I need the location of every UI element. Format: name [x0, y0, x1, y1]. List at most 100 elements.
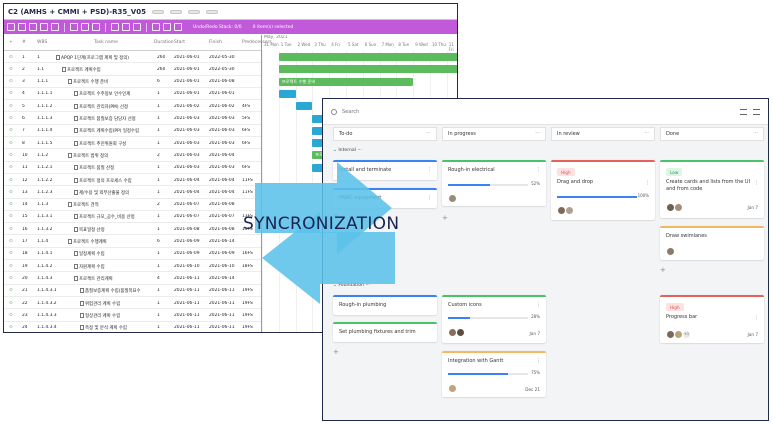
- row-finish: 2021-06-04: [209, 189, 235, 195]
- table-row[interactable]: ⊙ 20 1.1.4.3 프로젝트 관리계획 4 2021-06-11 2021-06-14: [4, 272, 261, 285]
- outdent-icon[interactable]: [40, 23, 48, 31]
- column-done[interactable]: Done ···: [660, 127, 764, 141]
- card-drag-drop[interactable]: High Drag and drop ⋮ 100%: [551, 160, 655, 220]
- card-install-terminate[interactable]: Install and terminate ⋮: [333, 160, 437, 180]
- table-row[interactable]: ⊙ 24 1.1.4.3.4 측정 및 분석 계획 수립 1 2021-06-11 2021…: [4, 322, 261, 332]
- col-finish[interactable]: Finish: [209, 40, 222, 45]
- refresh-icon[interactable]: [133, 23, 141, 31]
- table-row[interactable]: ⊙ 14 1.1.3 프로젝트 견적 2 2021-06-07 2021-06-08: [4, 199, 261, 211]
- card-progress-bar[interactable]: High Progress bar ⋮ +1 Jan 7: [660, 295, 764, 343]
- card-menu-icon[interactable]: ⋮: [536, 302, 541, 308]
- card-rough-electrical[interactable]: Rough-in electrical ⋮ 52%: [442, 160, 546, 206]
- table-row[interactable]: ⊙ 23 1.1.4.3.3 형상관리 계획 수립 1 2021-06-11 2021-06…: [4, 309, 261, 322]
- card-integration-gantt[interactable]: Integration with Gantt ⋮ 75% Dec 21: [442, 351, 546, 397]
- table-row[interactable]: ⊙ 18 1.1.4.1 일정계획 수립 1 2021-06-09 2021-06-09 16…: [4, 248, 261, 261]
- delete-task-icon[interactable]: [81, 23, 89, 31]
- add-column-icon[interactable]: +: [9, 40, 13, 45]
- card-draw-swimlanes[interactable]: Draw swimlanes: [660, 226, 764, 260]
- add-card-button[interactable]: +: [660, 266, 666, 274]
- add-column-icon[interactable]: [753, 108, 760, 115]
- table-row[interactable]: ⊙ 22 1.1.4.3.2 위험관리 계획 수립 1 2021-06-11 2021-06…: [4, 297, 261, 310]
- table-row[interactable]: ⊙ 7 1.1.1.4 프로젝트 계획수립(PP) 일정수립 1 2021-06-03 20…: [4, 125, 261, 138]
- undo-icon[interactable]: [111, 23, 119, 31]
- card-menu-icon[interactable]: ⋮: [536, 167, 541, 173]
- card-menu-icon[interactable]: ⋮: [754, 315, 759, 321]
- table-row[interactable]: ⊙ 21 1.1.4.3.1 품질보증계획 수립(품질목표수 1 2021-06-11 20…: [4, 285, 261, 297]
- table-row[interactable]: ⊙ 19 1.1.4.2 자원계획 수립 1 2021-06-10 2021-06-10 18…: [4, 260, 261, 273]
- card-set-plumbing[interactable]: Set plumbing fixtures and trim: [333, 322, 437, 342]
- table-row[interactable]: ⊙ 13 1.1.2.3 제/수용 및 외부산출물 정의 1 2021-06-04 2021…: [4, 186, 261, 199]
- card-menu-icon[interactable]: ⋮: [427, 195, 432, 201]
- col-wbs[interactable]: WBS: [37, 40, 47, 45]
- table-row[interactable]: ⊙ 1 1 APQP 1단계(프로그램 계획 및 정의) 260 2021-06-01 20…: [4, 51, 261, 64]
- row-finish: 2022-05-30: [209, 54, 235, 60]
- column-menu-icon[interactable]: ···: [535, 130, 540, 136]
- table-row[interactable]: ⊙ 16 1.1.3.2 목표일정 산정 1 2021-06-08 2021-06-08 15…: [4, 223, 261, 236]
- row-number: 8: [22, 140, 25, 146]
- card-menu-icon[interactable]: ⋮: [427, 167, 432, 173]
- settings-icon[interactable]: [174, 23, 182, 31]
- filter-icon[interactable]: [92, 23, 100, 31]
- table-row[interactable]: ⊙ 17 1.1.4 프로젝트 수행계획 6 2021-06-09 2021-06-14: [4, 236, 261, 248]
- column-menu-icon[interactable]: ···: [426, 130, 431, 136]
- summary-bar[interactable]: [278, 65, 457, 74]
- table-row[interactable]: ⊙ 2 1.1 프로젝트 계획수립 260 2021-06-01 2022-05-30: [4, 63, 261, 76]
- gantt-tab[interactable]: [187, 9, 200, 14]
- table-row[interactable]: ⊙ 5 1.1.1.2 프로젝트 관리자(PM) 선정 1 2021-06-02 2021-…: [4, 100, 261, 113]
- column-menu-icon[interactable]: ···: [644, 130, 649, 136]
- table-row[interactable]: ⊙ 3 1.1.1 프로젝트 수행 준비 6 2021-06-01 2021-06-08: [4, 76, 261, 88]
- lane-menu-icon[interactable]: ···: [365, 283, 369, 288]
- table-row[interactable]: ⊙ 4 1.1.1.1 프로젝트 수주정보 인수인계 1 2021-06-01 2021-0…: [4, 88, 261, 101]
- indent-icon[interactable]: [29, 23, 37, 31]
- card-create-cards[interactable]: Low Create cards and lists from the UI a…: [660, 160, 764, 218]
- col-number[interactable]: #: [22, 40, 26, 45]
- table-row[interactable]: ⊙ 12 1.1.2.2 프로젝트 정의 프로세스 수립 1 2021-06-04 2021…: [4, 174, 261, 187]
- col-duration[interactable]: Duration: [154, 40, 174, 45]
- row-start: 2021-06-04: [174, 177, 200, 183]
- column-menu-icon[interactable]: ···: [753, 130, 758, 136]
- card-hvac[interactable]: HVAC equipment ⋮: [333, 188, 437, 208]
- filter-icon[interactable]: [740, 108, 747, 115]
- gantt-tab[interactable]: [169, 9, 182, 14]
- table-row[interactable]: ⊙ 11 1.1.2.1 프로젝트 품질 산정 1 2021-06-03 2021-06-0…: [4, 162, 261, 174]
- task-bar[interactable]: [295, 102, 313, 111]
- add-task-icon[interactable]: [70, 23, 78, 31]
- table-row[interactable]: ⊙ 15 1.1.3.1 프로젝트 규모_공수_비용 산정 1 2021-06-07 202…: [4, 211, 261, 224]
- save-icon[interactable]: [7, 23, 15, 31]
- card-menu-icon[interactable]: ⋮: [754, 180, 759, 186]
- column-in-progress[interactable]: In progress ···: [442, 127, 546, 141]
- link-icon[interactable]: [51, 23, 59, 31]
- search-input[interactable]: [342, 108, 740, 115]
- row-wbs: 1: [37, 54, 40, 60]
- grid-icon[interactable]: [18, 23, 26, 31]
- swimlane-foundation[interactable]: ⌄ Foundation ···: [333, 283, 370, 288]
- task-bar[interactable]: [278, 89, 296, 98]
- lane-menu-icon[interactable]: ···: [358, 148, 362, 153]
- table-row[interactable]: ⊙ 8 1.1.1.5 프로젝트 추진위원회 구성 1 2021-06-03 2021-06…: [4, 137, 261, 150]
- add-card-button[interactable]: +: [442, 214, 448, 222]
- row-number: 21: [22, 288, 28, 294]
- row-wbs: 1.1.4.3.1: [37, 288, 57, 294]
- swimlane-internal[interactable]: ⌄ Internal ···: [333, 148, 362, 153]
- summary-bar[interactable]: [278, 53, 457, 61]
- column-in-review[interactable]: In review ···: [551, 127, 655, 141]
- redo-icon[interactable]: [122, 23, 130, 31]
- zoom-icon[interactable]: [152, 23, 160, 31]
- col-start[interactable]: Start: [174, 40, 185, 45]
- table-row[interactable]: ⊙ 6 1.1.1.3 프로젝트 품질보증 담당자 선정 1 2021-06-03 2021…: [4, 113, 261, 125]
- column-todo[interactable]: To-do ···: [333, 127, 437, 141]
- document-icon: [80, 288, 84, 294]
- col-task-name[interactable]: Task name: [94, 40, 118, 45]
- card-custom-icons[interactable]: Custom icons ⋮ 28% Jan 7: [442, 295, 546, 343]
- card-rough-plumbing[interactable]: Rough-in plumbing: [333, 295, 437, 315]
- table-row[interactable]: ⊙ 10 1.1.2 프로젝트 범위 정의 2 2021-06-03 2021-06-04: [4, 149, 261, 162]
- export-icon[interactable]: [163, 23, 171, 31]
- gantt-tab[interactable]: [151, 9, 164, 14]
- row-number: 17: [22, 239, 28, 244]
- add-card-button[interactable]: +: [333, 348, 339, 356]
- card-menu-icon[interactable]: ⋮: [645, 180, 650, 186]
- gantt-tab[interactable]: [205, 9, 218, 14]
- more-assignees-badge[interactable]: +1: [682, 330, 691, 339]
- row-drag-icon: ⊙: [9, 54, 13, 60]
- card-menu-icon[interactable]: ⋮: [536, 358, 541, 364]
